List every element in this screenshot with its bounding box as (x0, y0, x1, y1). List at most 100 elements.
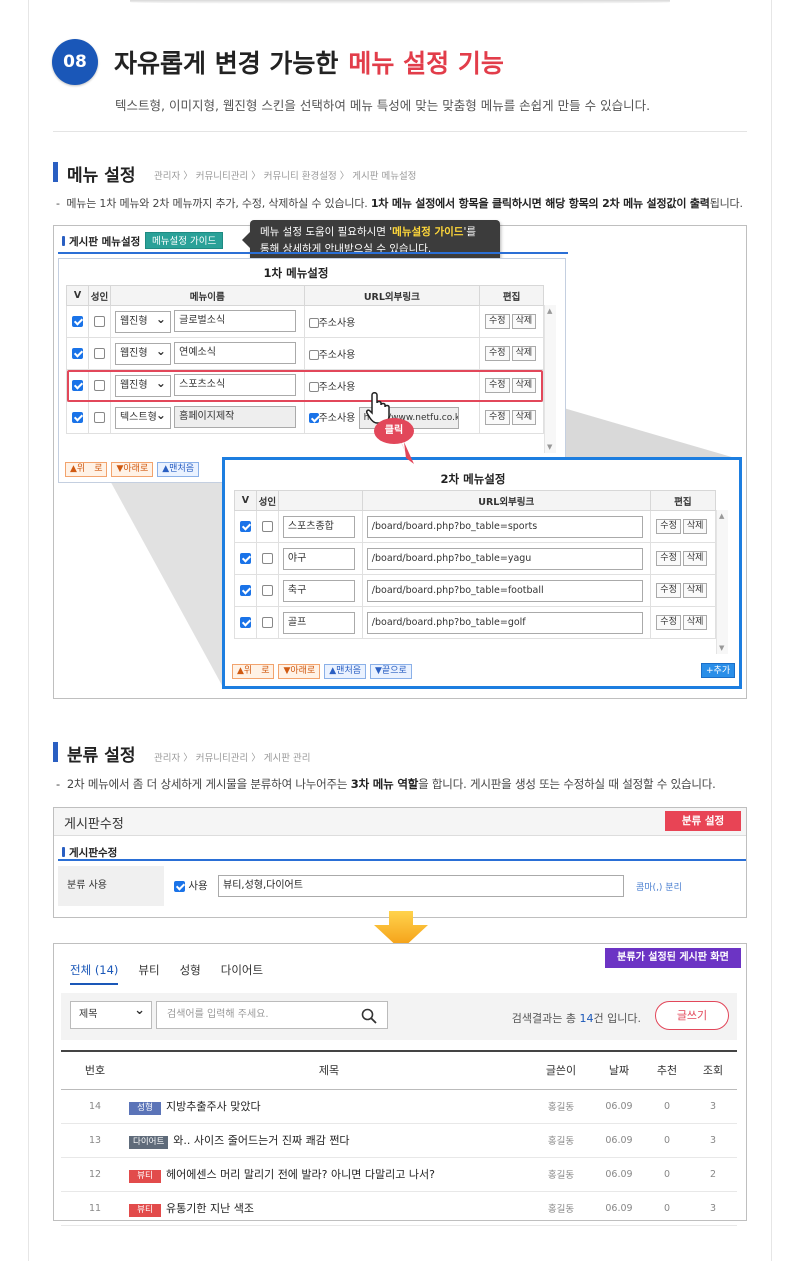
post-title[interactable]: 와.. 사이즈 줄어드는거 진짜 쾌감 쩐다 (173, 1134, 349, 1147)
submenu-name-input[interactable]: 축구 (282, 579, 355, 602)
category-breadcrumb: 관리자 〉 커뮤니티관리 〉 게시판 관리 (154, 753, 311, 764)
table-row[interactable]: 텍스트형 홈페이지제작 주소사용 http://www.netfu.co.kr … (66, 401, 544, 434)
skin-select[interactable]: 웹진형 (114, 309, 171, 333)
skin-select[interactable]: 텍스트형 (114, 405, 171, 429)
table-row[interactable]: 웹진형 연예소식 주소사용 수정삭제 (66, 337, 544, 370)
edit-button[interactable]: 수정 (485, 314, 510, 329)
col-adult: 성인 (87, 285, 111, 306)
edit-button[interactable]: 수정 (656, 519, 681, 534)
submenu-url-input[interactable]: /board/board.php?bo_table=sports (366, 515, 643, 538)
submenu-name-input[interactable]: 골프 (282, 611, 355, 634)
ext-url-checkbox[interactable] (308, 412, 319, 423)
scroll-down-icon[interactable]: ▼ (719, 644, 724, 652)
ext-url-checkbox[interactable] (308, 350, 319, 360)
add-submenu-button[interactable]: +추가 (701, 663, 736, 678)
search-field-select[interactable]: 제목 (70, 998, 152, 1029)
table-row[interactable]: 골프 /board/board.php?bo_table=golf 수정 삭제 (234, 606, 717, 639)
delete-button[interactable]: 삭제 (682, 551, 708, 566)
post-title[interactable]: 유통기한 지난 색조 (166, 1202, 254, 1215)
submenu-name-input[interactable]: 야구 (282, 547, 355, 570)
table-row[interactable]: 웹진형 글로벌소식 주소사용 수정삭제 (66, 305, 544, 338)
move-down-button[interactable]: ▼아래로 (278, 664, 321, 679)
primary-scrollbar[interactable]: ▲ ▼ (544, 305, 556, 453)
skin-select[interactable]: 웹진형 (114, 341, 171, 365)
delete-button[interactable]: 삭제 (511, 314, 537, 329)
scroll-up-icon[interactable]: ▲ (547, 307, 552, 315)
post-title[interactable]: 지방추출주사 맞았다 (166, 1100, 261, 1113)
tab-beauty[interactable]: 뷰티 (138, 963, 159, 977)
delete-button[interactable]: 삭제 (511, 410, 537, 425)
list-header-row: 번호 제목 글쓴이 날짜 추천 조회 (61, 1050, 737, 1090)
tab-diet[interactable]: 다이어트 (221, 963, 263, 977)
table-row[interactable]: 12 뷰티 헤어에센스 머리 말리기 전에 발라? 아니면 다말리고 나서? 홍길… (61, 1157, 737, 1192)
adult-checkbox[interactable] (261, 616, 273, 628)
desc-bold: 3차 메뉴 역할 (350, 777, 419, 791)
adult-checkbox[interactable] (261, 552, 273, 564)
table-row[interactable]: 13 다이어트 와.. 사이즈 줄어드는거 진짜 쾌감 쩐다 홍길동 06.09 … (61, 1123, 737, 1158)
post-title-cell[interactable]: 성형 지방추출주사 맞았다 (129, 1089, 529, 1124)
edit-button[interactable]: 수정 (485, 410, 510, 425)
tab-plastic-surgery[interactable]: 성형 (180, 963, 201, 977)
row-checkbox[interactable] (71, 347, 83, 359)
tooltip-text-b: '를 (463, 226, 476, 238)
adult-checkbox[interactable] (261, 584, 273, 596)
submenu-name-input[interactable]: 스포츠종합 (282, 515, 355, 538)
ext-url-checkbox[interactable] (308, 318, 319, 328)
row-checkbox[interactable] (239, 520, 251, 532)
submenu-url-input[interactable]: /board/board.php?bo_table=yagu (366, 547, 643, 570)
row-checkbox[interactable] (239, 552, 251, 564)
move-first-button[interactable]: ▲맨처음 (157, 462, 200, 477)
row-checkbox[interactable] (71, 315, 83, 327)
edit-button[interactable]: 수정 (656, 615, 681, 630)
table-row[interactable]: 11 뷰티 유통기한 지난 색조 홍길동 06.09 0 3 (61, 1191, 737, 1226)
menu-name-input[interactable]: 글로벌소식 (174, 310, 297, 332)
adult-checkbox[interactable] (261, 520, 273, 532)
categories-input[interactable]: 뷰티,성형,다이어트 (218, 875, 624, 897)
write-button[interactable]: 글쓰기 (655, 1001, 729, 1030)
scroll-down-icon[interactable]: ▼ (547, 443, 552, 451)
adult-checkbox[interactable] (93, 411, 105, 423)
move-up-button[interactable]: ▲위 로 (232, 664, 275, 679)
tab-all[interactable]: 전체 (14) (70, 963, 119, 985)
delete-button[interactable]: 삭제 (682, 615, 708, 630)
delete-button[interactable]: 삭제 (682, 519, 708, 534)
col-url: URL외부링크 (303, 285, 481, 306)
table-row[interactable]: 축구 /board/board.php?bo_table=football 수정… (234, 574, 717, 607)
post-title[interactable]: 헤어에센스 머리 말리기 전에 발라? 아니면 다말리고 나서? (166, 1168, 435, 1181)
edit-button[interactable]: 수정 (656, 583, 681, 598)
adult-checkbox[interactable] (93, 347, 105, 359)
search-input[interactable]: 검색어를 입력해 주세요. (156, 1001, 388, 1029)
scroll-up-icon[interactable]: ▲ (719, 512, 724, 520)
adult-checkbox[interactable] (93, 315, 105, 327)
move-last-button[interactable]: ▼끝으로 (370, 664, 412, 679)
edit-button[interactable]: 수정 (656, 551, 681, 566)
post-recommend: 0 (645, 1089, 689, 1124)
search-bar: 제목 검색어를 입력해 주세요. 검색결과는 총 14건 입니다. 글쓰기 (61, 993, 737, 1040)
table-row[interactable]: 14 성형 지방추출주사 맞았다 홍길동 06.09 0 3 (61, 1089, 737, 1124)
post-author: 홍길동 (529, 1191, 593, 1226)
row-checkbox[interactable] (239, 584, 251, 596)
post-title-cell[interactable]: 다이어트 와.. 사이즈 줄어드는거 진짜 쾌감 쩐다 (129, 1123, 529, 1158)
submenu-url-input[interactable]: /board/board.php?bo_table=football (366, 579, 643, 602)
row-checkbox[interactable] (239, 616, 251, 628)
move-first-button[interactable]: ▲맨처음 (324, 664, 367, 679)
table-row[interactable]: 야구 /board/board.php?bo_table=yagu 수정 삭제 (234, 542, 717, 575)
move-down-button[interactable]: ▼아래로 (111, 462, 154, 477)
row-checkbox[interactable] (71, 411, 83, 423)
use-checkbox[interactable] (174, 880, 185, 892)
submenu-url-input[interactable]: /board/board.php?bo_table=golf (366, 611, 643, 634)
secondary-scrollbar[interactable]: ▲ ▼ (716, 510, 728, 654)
menu-guide-button[interactable]: 메뉴설정 가이드 (145, 232, 224, 249)
secondary-menu-table: V 성인 URL외부링크 편집 스포츠종합 /board/board.php?b… (234, 490, 717, 639)
edit-button[interactable]: 수정 (485, 346, 510, 361)
search-icon[interactable] (361, 1008, 377, 1024)
move-up-button[interactable]: ▲위 로 (65, 462, 108, 477)
category-use-toggle[interactable]: 사용 (174, 878, 208, 893)
post-title-cell[interactable]: 뷰티 헤어에센스 머리 말리기 전에 발라? 아니면 다말리고 나서? (129, 1157, 529, 1192)
table-row[interactable]: 스포츠종합 /board/board.php?bo_table=sports 수… (234, 510, 717, 543)
post-title-cell[interactable]: 뷰티 유통기한 지난 색조 (129, 1191, 529, 1226)
delete-button[interactable]: 삭제 (682, 583, 708, 598)
delete-button[interactable]: 삭제 (511, 346, 537, 361)
menu-name-input[interactable]: 연예소식 (174, 342, 297, 364)
menu-name-input[interactable]: 홈페이지제작 (174, 406, 297, 428)
